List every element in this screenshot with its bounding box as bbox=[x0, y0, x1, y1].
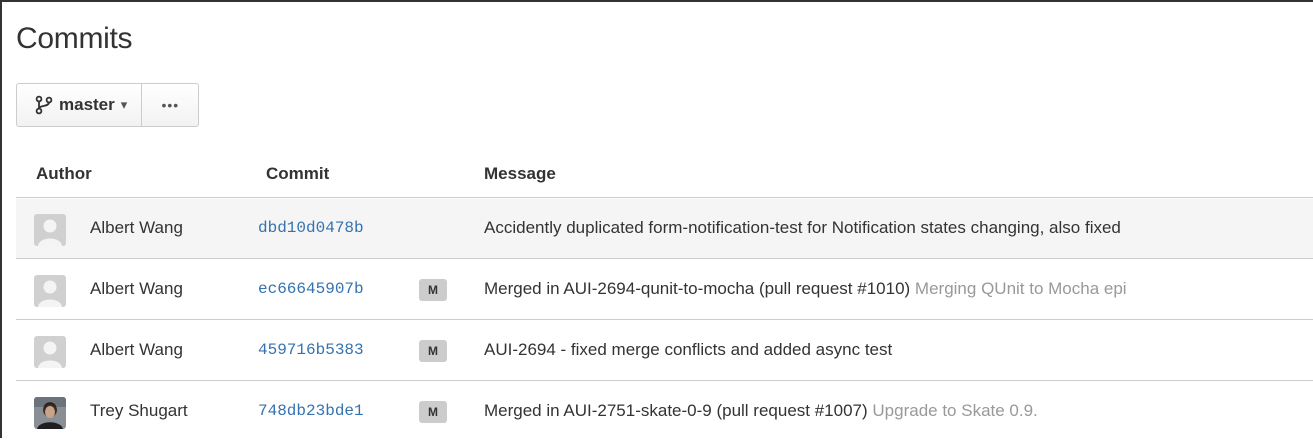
branch-selector-button[interactable]: master ▾ bbox=[17, 84, 143, 126]
commit-message-text: AUI-2694 - fixed merge conflicts and add… bbox=[484, 340, 893, 359]
commit-author: Albert Wang bbox=[90, 340, 183, 359]
more-actions-button[interactable]: ••• bbox=[142, 84, 198, 126]
table-row[interactable]: Albert Wang 459716b5383 M AUI-2694 - fix… bbox=[16, 321, 1313, 381]
default-avatar-icon[interactable] bbox=[34, 275, 66, 307]
commit-message: Merged in AUI-2694-qunit-to-mocha (pull … bbox=[484, 279, 1313, 299]
message-column-header: Message bbox=[484, 164, 556, 183]
commit-message-detail: Merging QUnit to Mocha epi bbox=[914, 279, 1127, 298]
merge-commit-badge: M bbox=[419, 340, 447, 362]
commit-message-detail: Upgrade to Skate 0.9. bbox=[872, 401, 1038, 420]
commit-message-text: Merged in AUI-2694-qunit-to-mocha (pull … bbox=[484, 279, 911, 298]
commit-message: AUI-2694 - fixed merge conflicts and add… bbox=[484, 340, 1313, 360]
commit-message: Accidently duplicated form-notification-… bbox=[484, 218, 1313, 238]
branch-icon bbox=[35, 95, 53, 115]
commit-author: Albert Wang bbox=[90, 218, 183, 237]
commit-hash-link[interactable]: ec66645907b bbox=[258, 280, 364, 298]
commits-table-header: Author Commit Message bbox=[16, 152, 1313, 198]
author-column-header: Author bbox=[36, 164, 92, 183]
commit-hash-link[interactable]: 748db23bde1 bbox=[258, 402, 364, 420]
commit-hash-link[interactable]: dbd10d0478b bbox=[258, 219, 364, 237]
branch-label: master bbox=[59, 95, 115, 114]
merge-commit-badge: M bbox=[419, 279, 447, 301]
commit-message: Merged in AUI-2751-skate-0-9 (pull reque… bbox=[484, 401, 1313, 421]
table-row[interactable]: Albert Wang dbd10d0478b Accidently dupli… bbox=[16, 199, 1313, 259]
default-avatar-icon[interactable] bbox=[34, 336, 66, 368]
branch-toolbar: master ▾ ••• bbox=[16, 83, 200, 127]
page-title: Commits bbox=[16, 22, 133, 55]
user-photo-avatar[interactable] bbox=[34, 397, 66, 429]
table-row[interactable]: Albert Wang ec66645907b M Merged in AUI-… bbox=[16, 260, 1313, 320]
commit-column-header: Commit bbox=[266, 164, 330, 183]
table-row[interactable]: Trey Shugart 748db23bde1 M Merged in AUI… bbox=[16, 382, 1313, 442]
ellipsis-icon: ••• bbox=[161, 97, 180, 113]
commit-author: Trey Shugart bbox=[90, 401, 188, 420]
commit-message-text: Merged in AUI-2751-skate-0-9 (pull reque… bbox=[484, 401, 868, 420]
merge-commit-badge: M bbox=[419, 401, 447, 423]
commit-author: Albert Wang bbox=[90, 279, 183, 298]
commit-hash-link[interactable]: 459716b5383 bbox=[258, 341, 364, 359]
commit-message-text: Accidently duplicated form-notification-… bbox=[484, 218, 1121, 237]
chevron-down-icon: ▾ bbox=[120, 97, 128, 112]
default-avatar-icon[interactable] bbox=[34, 214, 66, 246]
